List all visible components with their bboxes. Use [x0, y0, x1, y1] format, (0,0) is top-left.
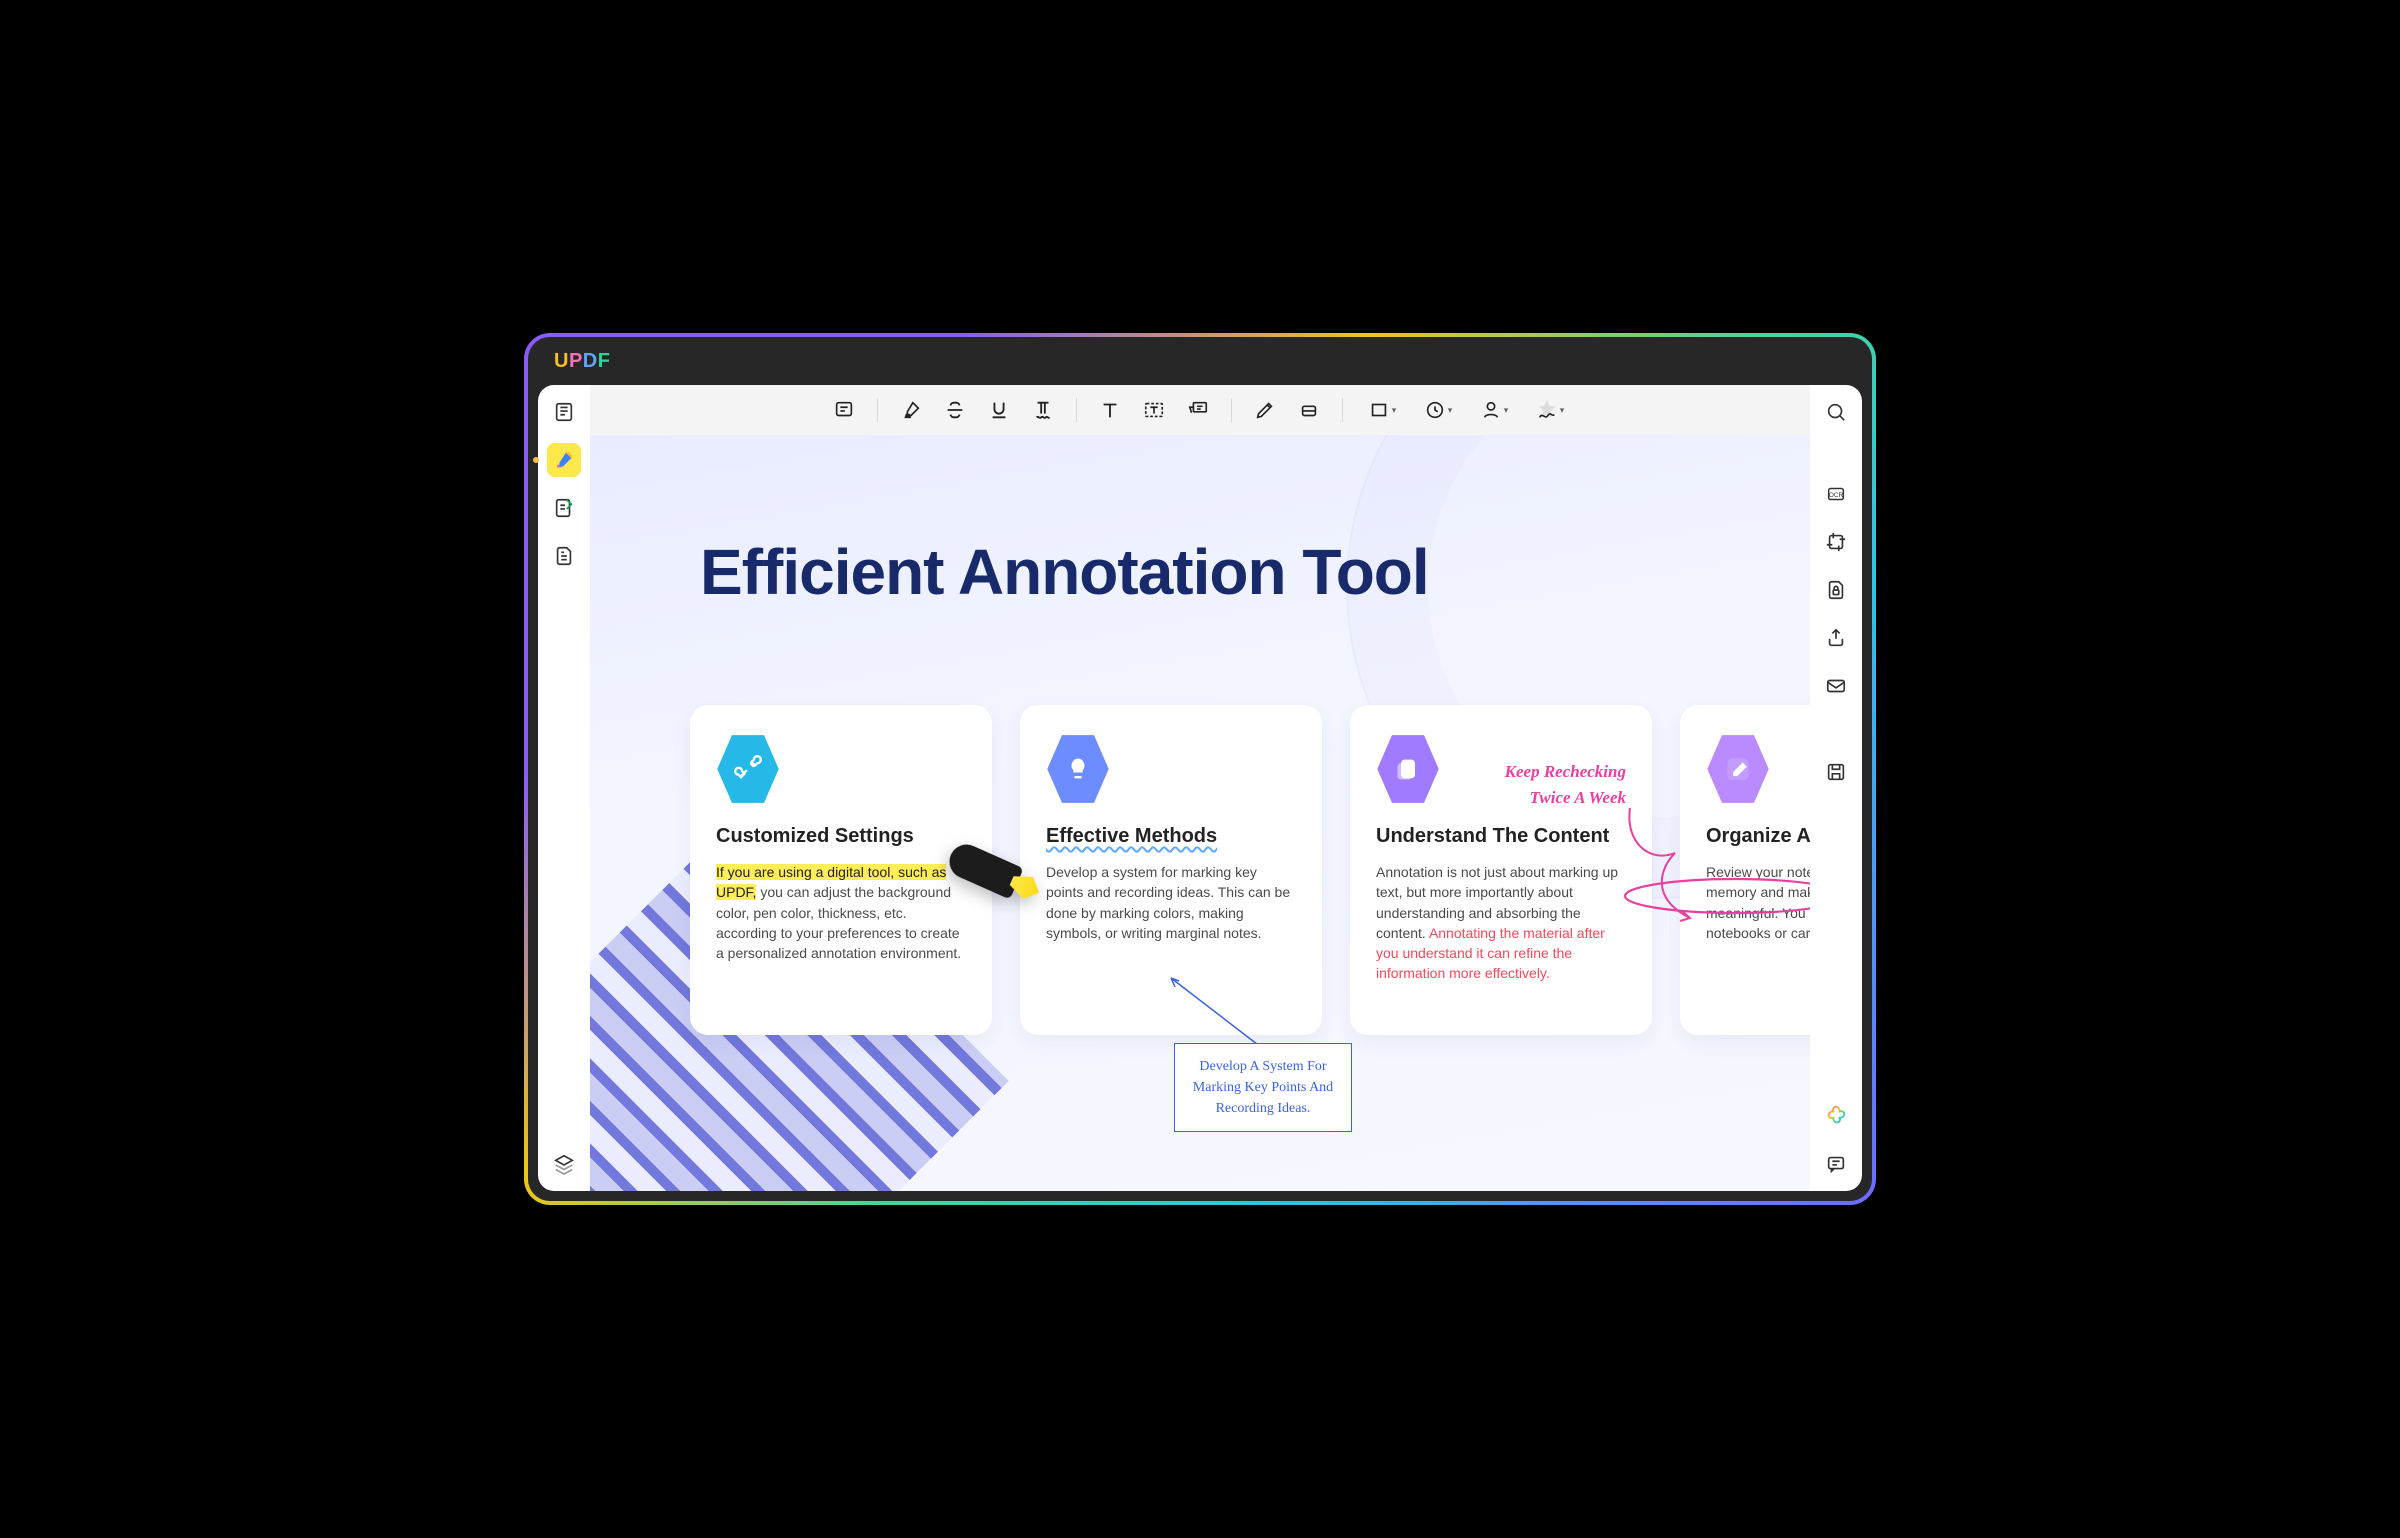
layers-icon: [553, 1153, 575, 1175]
ocr-button[interactable]: OCR: [1819, 477, 1853, 511]
card-body: If you are using a digital tool, such as…: [716, 862, 966, 963]
text-comment-button[interactable]: [1091, 393, 1129, 427]
highlight-icon: [900, 399, 922, 421]
stamp-button[interactable]: ▾: [1413, 393, 1463, 427]
annotation-toolbar: ▾ ▾ ▾ ▾: [590, 385, 1810, 435]
signature-button[interactable]: ▾: [1525, 393, 1575, 427]
eraser-icon: [1298, 399, 1320, 421]
card-organize: Organize A Review your notes memory and …: [1680, 705, 1810, 1035]
eraser-button[interactable]: [1290, 393, 1328, 427]
tools-icon: [734, 755, 762, 783]
bulb-icon: [1064, 755, 1092, 783]
sticker-button[interactable]: ▾: [1469, 393, 1519, 427]
textbox-button[interactable]: [1135, 393, 1173, 427]
comments-panel-button[interactable]: [1819, 1147, 1853, 1181]
strikethrough-icon: [944, 399, 966, 421]
reader-mode-button[interactable]: [547, 395, 581, 429]
comments-panel-icon: [1825, 1153, 1847, 1175]
crop-button[interactable]: [1819, 525, 1853, 559]
squiggly-icon: [1032, 399, 1054, 421]
handwritten-annotation[interactable]: Keep Rechecking Twice A Week: [1505, 759, 1626, 810]
card-body: Review your notes memory and make meanin…: [1706, 862, 1810, 943]
edit-icon: [1724, 755, 1752, 783]
card-heading: Customized Settings: [716, 825, 966, 848]
highlight-button[interactable]: [892, 393, 930, 427]
page-tools-icon: [553, 545, 575, 567]
pencil-icon: [1254, 399, 1276, 421]
hex-icon-tools: [716, 733, 780, 805]
reader-mode-icon: [553, 401, 575, 423]
updf-ai-button[interactable]: [1819, 1099, 1853, 1133]
callout-icon: [1187, 399, 1209, 421]
document-canvas[interactable]: Efficient Annotation Tool Customized Set…: [590, 435, 1810, 1191]
pencil-button[interactable]: [1246, 393, 1284, 427]
edit-mode-button[interactable]: [547, 491, 581, 525]
search-icon: [1825, 401, 1847, 423]
card-heading: Effective Methods: [1046, 825, 1296, 848]
organize-pages-button[interactable]: [547, 539, 581, 573]
updf-flower-icon: [1825, 1105, 1847, 1127]
card-understand-content: Understand The Content Annotation is not…: [1350, 705, 1652, 1035]
save-button[interactable]: [1819, 755, 1853, 789]
edit-text-icon: [553, 497, 575, 519]
highlighter-icon: [553, 449, 575, 471]
card-body: Annotation is not just about marking up …: [1376, 862, 1626, 984]
protect-button[interactable]: [1819, 573, 1853, 607]
hex-icon-edit: [1706, 733, 1770, 805]
shape-button[interactable]: ▾: [1357, 393, 1407, 427]
crop-icon: [1825, 531, 1847, 553]
search-button[interactable]: [1819, 395, 1853, 429]
hex-icon-bulb: [1046, 733, 1110, 805]
notes-icon: [1394, 755, 1422, 783]
underline-icon: [988, 399, 1010, 421]
lock-icon: [1825, 579, 1847, 601]
note-icon: [833, 399, 855, 421]
sticker-icon: [1480, 399, 1502, 421]
hex-icon-notes: [1376, 733, 1440, 805]
callout-button[interactable]: [1179, 393, 1217, 427]
card-body: Develop a system for marking key points …: [1046, 862, 1296, 943]
left-rail: [538, 385, 590, 1191]
rectangle-icon: [1368, 399, 1390, 421]
share-button[interactable]: [1819, 621, 1853, 655]
strikethrough-button[interactable]: [936, 393, 974, 427]
sticky-note-button[interactable]: [825, 393, 863, 427]
underline-button[interactable]: [980, 393, 1018, 427]
mail-icon: [1825, 675, 1847, 697]
textbox-icon: [1143, 399, 1165, 421]
card-heading: Organize A: [1706, 825, 1810, 848]
mail-button[interactable]: [1819, 669, 1853, 703]
text-icon: [1099, 399, 1121, 421]
feature-cards-row: Customized Settings If you are using a d…: [690, 705, 1810, 1035]
layers-button[interactable]: [547, 1147, 581, 1181]
card-heading: Understand The Content: [1376, 825, 1626, 848]
annotate-mode-button[interactable]: [547, 443, 581, 477]
callout-annotation[interactable]: Develop A System For Marking Key Points …: [1174, 1043, 1352, 1132]
save-icon: [1825, 761, 1847, 783]
app-logo: U P D F: [554, 350, 610, 373]
card-effective-methods: Effective Methods Develop a system for m…: [1020, 705, 1322, 1035]
share-icon: [1825, 627, 1847, 649]
stamp-icon: [1424, 399, 1446, 421]
right-rail: OCR: [1810, 385, 1862, 1191]
squiggly-button[interactable]: [1024, 393, 1062, 427]
signature-icon: [1536, 399, 1558, 421]
ocr-icon: OCR: [1825, 483, 1847, 505]
page-title: Efficient Annotation Tool: [700, 535, 1429, 609]
svg-text:OCR: OCR: [1829, 492, 1844, 499]
